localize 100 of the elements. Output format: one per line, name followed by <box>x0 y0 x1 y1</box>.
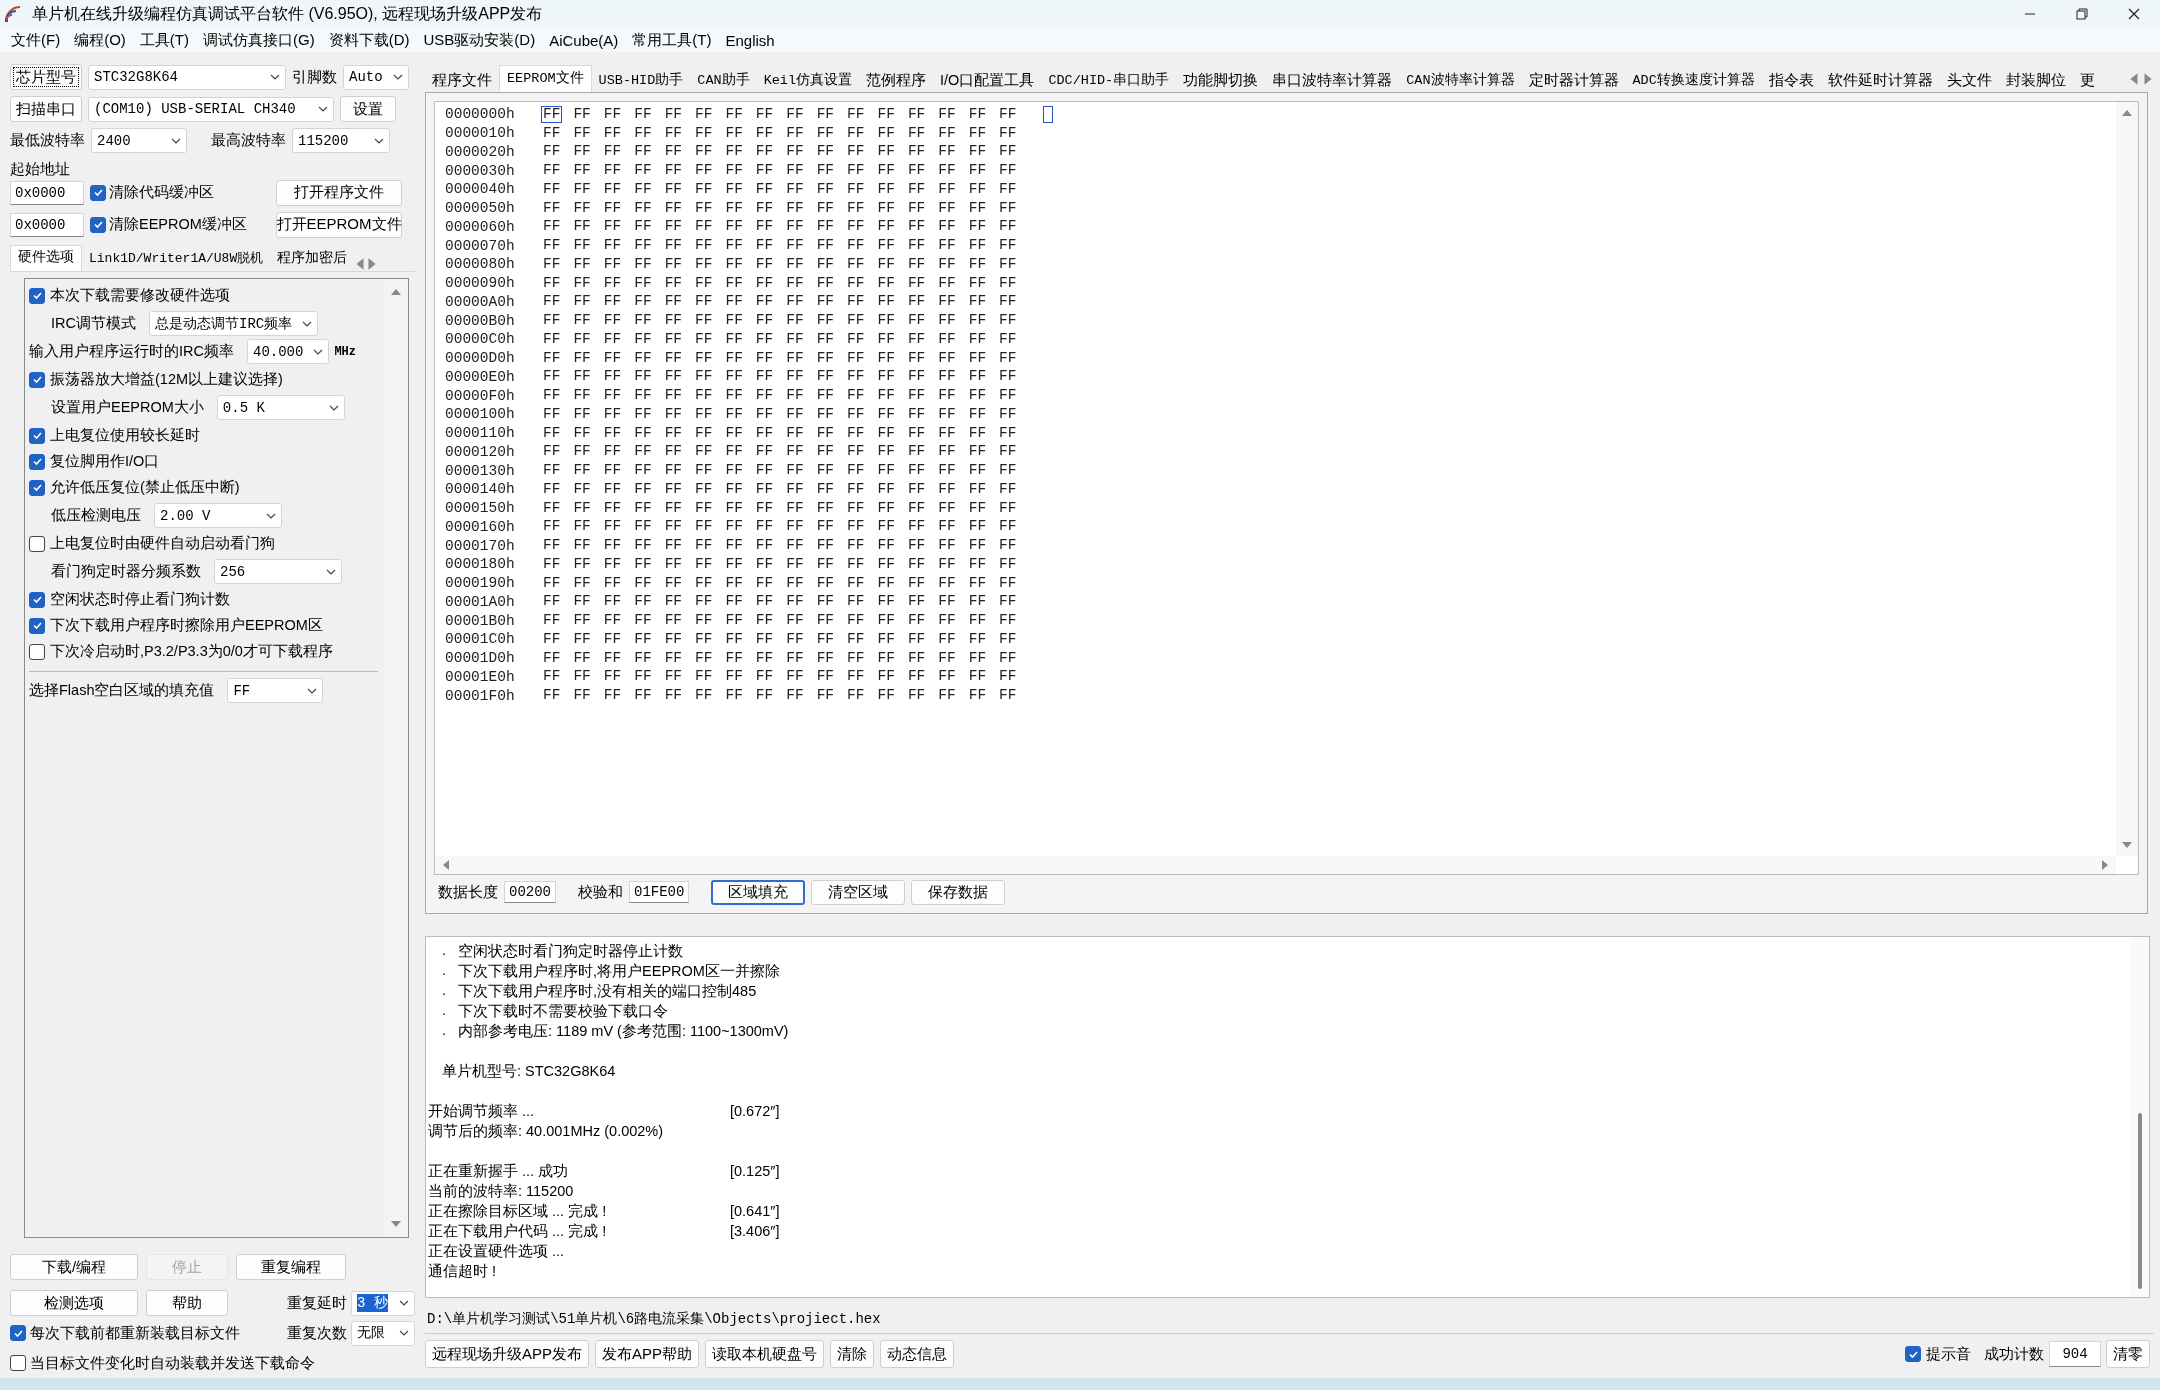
hex-byte[interactable]: FF <box>905 312 928 330</box>
hex-byte[interactable]: FF <box>814 368 837 386</box>
hex-byte[interactable]: FF <box>541 124 563 142</box>
tab[interactable]: Keil仿真设置 <box>756 68 860 92</box>
hex-byte[interactable]: FF <box>784 555 806 573</box>
serial-port-dropdown[interactable]: (COM10) USB-SERIAL CH340 <box>88 96 334 122</box>
hex-byte[interactable]: FF <box>814 405 837 423</box>
hex-byte[interactable]: FF <box>814 162 837 180</box>
hex-byte[interactable]: FF <box>814 312 837 330</box>
hex-byte[interactable]: FF <box>632 462 654 480</box>
hex-byte[interactable]: FF <box>936 630 958 648</box>
hex-byte[interactable]: FF <box>905 274 928 292</box>
hex-byte[interactable]: FF <box>875 143 897 161</box>
hex-byte[interactable]: FF <box>814 630 837 648</box>
hex-byte[interactable]: FF <box>723 255 745 273</box>
tab[interactable]: 指令表 <box>1761 68 1821 92</box>
hex-byte[interactable]: FF <box>541 162 563 180</box>
hex-byte[interactable]: FF <box>723 462 745 480</box>
hex-byte[interactable]: FF <box>693 105 715 123</box>
hex-byte[interactable]: FF <box>936 687 958 705</box>
min-baud-dropdown[interactable]: 2400 <box>91 128 187 154</box>
hex-byte[interactable]: FF <box>997 630 1019 648</box>
hex-byte[interactable]: FF <box>601 443 624 461</box>
hex-byte[interactable]: FF <box>905 480 928 498</box>
hex-byte[interactable]: FF <box>632 405 654 423</box>
hex-byte[interactable]: FF <box>662 405 685 423</box>
hex-byte[interactable]: FF <box>571 687 593 705</box>
hex-byte[interactable]: FF <box>541 293 563 311</box>
hex-byte[interactable]: FF <box>723 555 745 573</box>
hex-byte[interactable]: FF <box>966 443 989 461</box>
hex-byte[interactable]: FF <box>662 293 685 311</box>
hex-byte[interactable]: FF <box>571 668 593 686</box>
hex-byte[interactable]: FF <box>936 162 958 180</box>
hex-byte[interactable]: FF <box>601 480 624 498</box>
hex-byte[interactable]: FF <box>814 349 837 367</box>
hex-byte[interactable]: FF <box>753 687 776 705</box>
hex-byte[interactable]: FF <box>693 143 715 161</box>
hex-byte[interactable]: FF <box>784 368 806 386</box>
hex-byte[interactable]: FF <box>845 555 867 573</box>
repeat-delay-dropdown[interactable]: 3 秒 <box>351 1290 415 1316</box>
hex-byte[interactable]: FF <box>693 330 715 348</box>
hex-byte[interactable]: FF <box>601 462 624 480</box>
hex-byte[interactable]: FF <box>571 368 593 386</box>
hex-byte[interactable]: FF <box>753 199 776 217</box>
hex-byte[interactable]: FF <box>571 443 593 461</box>
hex-byte[interactable]: FF <box>753 237 776 255</box>
hex-byte[interactable]: FF <box>784 180 806 198</box>
hex-byte[interactable]: FF <box>875 293 897 311</box>
hex-byte[interactable]: FF <box>875 312 897 330</box>
hex-byte[interactable]: FF <box>936 293 958 311</box>
hex-byte[interactable]: FF <box>693 462 715 480</box>
hex-byte[interactable]: FF <box>814 180 837 198</box>
hex-byte[interactable]: FF <box>662 237 685 255</box>
hex-byte[interactable]: FF <box>753 518 776 536</box>
hex-byte[interactable]: FF <box>784 349 806 367</box>
hex-byte[interactable]: FF <box>662 499 685 517</box>
hex-byte[interactable]: FF <box>632 499 654 517</box>
hex-byte[interactable]: FF <box>632 630 654 648</box>
hex-byte[interactable]: FF <box>601 574 624 592</box>
hex-byte[interactable]: FF <box>571 218 593 236</box>
hex-byte[interactable]: FF <box>571 462 593 480</box>
hex-byte[interactable]: FF <box>723 424 745 442</box>
hex-byte[interactable]: FF <box>541 630 563 648</box>
max-baud-dropdown[interactable]: 115200 <box>292 128 390 154</box>
hex-byte[interactable]: FF <box>541 518 563 536</box>
hex-byte[interactable]: FF <box>693 255 715 273</box>
hex-byte[interactable]: FF <box>601 180 624 198</box>
hex-byte[interactable]: FF <box>966 237 989 255</box>
hex-byte[interactable]: FF <box>632 649 654 667</box>
checkbox[interactable] <box>10 1325 26 1342</box>
checkbox[interactable] <box>29 427 45 444</box>
hex-byte[interactable]: FF <box>753 405 776 423</box>
hex-byte[interactable]: FF <box>723 105 745 123</box>
hex-byte[interactable]: FF <box>875 555 897 573</box>
hex-byte[interactable]: FF <box>723 480 745 498</box>
hex-byte[interactable]: FF <box>966 555 989 573</box>
hex-byte[interactable]: FF <box>814 105 837 123</box>
hex-byte[interactable]: FF <box>845 124 867 142</box>
hex-byte[interactable]: FF <box>936 274 958 292</box>
hex-byte[interactable]: FF <box>784 143 806 161</box>
hex-byte[interactable]: FF <box>875 330 897 348</box>
hex-byte[interactable]: FF <box>601 424 624 442</box>
hex-byte[interactable]: FF <box>875 124 897 142</box>
hex-byte[interactable]: FF <box>693 368 715 386</box>
hex-byte[interactable]: FF <box>905 124 928 142</box>
hex-byte[interactable]: FF <box>753 555 776 573</box>
hex-byte[interactable]: FF <box>601 537 624 555</box>
tab[interactable]: 程序加密后 <box>270 246 355 271</box>
hex-byte[interactable]: FF <box>784 424 806 442</box>
hex-byte[interactable]: FF <box>905 255 928 273</box>
tab[interactable]: 软件延时计算器 <box>1820 68 1940 92</box>
panel-button[interactable]: 保存数据 <box>911 879 1006 905</box>
hex-byte[interactable]: FF <box>693 630 715 648</box>
hex-byte[interactable]: FF <box>571 143 593 161</box>
hex-byte[interactable]: FF <box>845 368 867 386</box>
hex-byte[interactable]: FF <box>905 537 928 555</box>
hex-byte[interactable]: FF <box>845 499 867 517</box>
hex-byte[interactable]: FF <box>905 180 928 198</box>
hex-byte[interactable]: FF <box>997 293 1019 311</box>
tab[interactable]: 串口波特率计算器 <box>1265 68 1400 92</box>
